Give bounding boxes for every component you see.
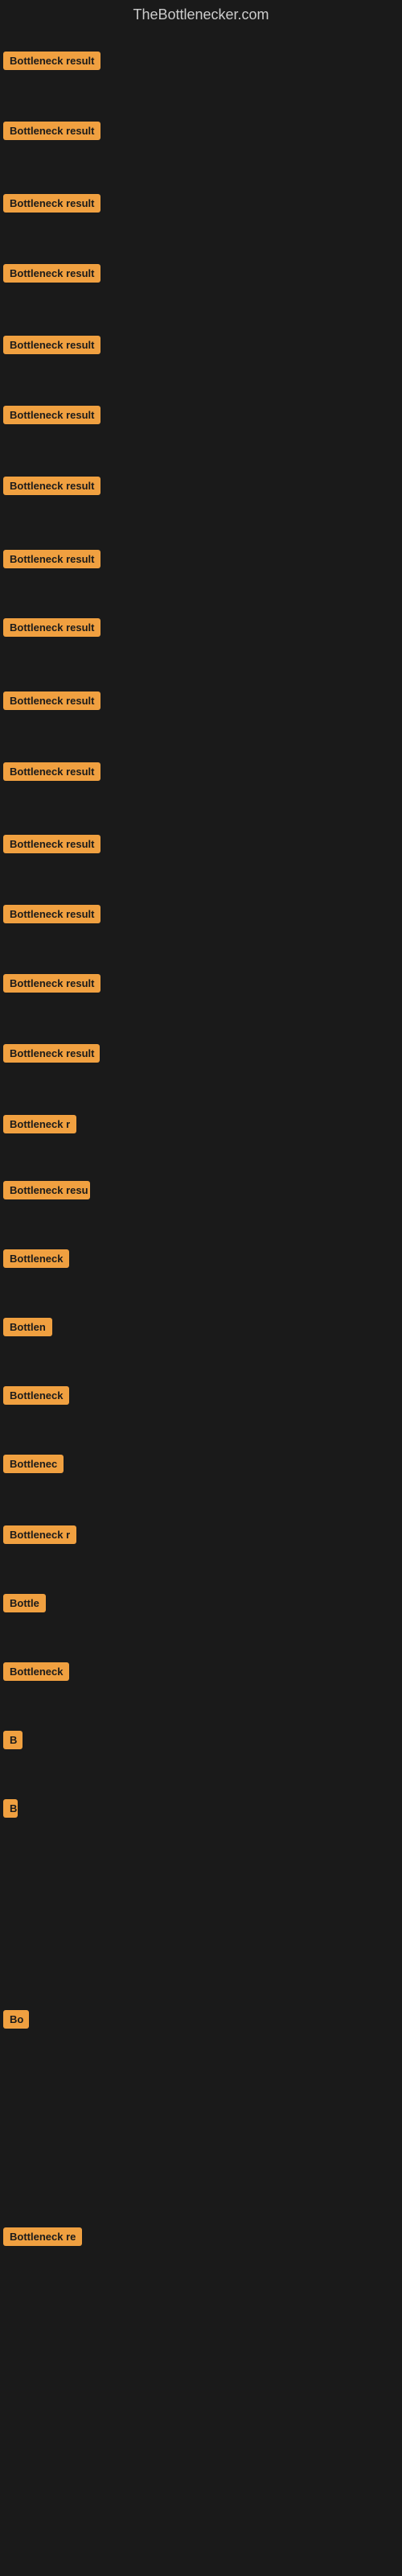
bottleneck-badge[interactable]: Bottleneck result — [3, 835, 100, 853]
result-row: Bottleneck result — [3, 835, 100, 857]
bottleneck-badge[interactable]: Bottlen — [3, 1318, 52, 1336]
bottleneck-badge[interactable]: B — [3, 1799, 18, 1818]
results-container: Bottleneck result Bottleneck result Bottle… — [0, 30, 402, 2566]
result-row: Bottleneck — [3, 1249, 69, 1272]
bottleneck-badge[interactable]: Bottleneck result — [3, 477, 100, 495]
result-row: Bottleneck r — [3, 1525, 76, 1548]
bottleneck-badge[interactable]: Bottleneck result — [3, 550, 100, 568]
result-row: Bo — [3, 2010, 29, 2033]
bottleneck-badge[interactable]: Bottleneck result — [3, 691, 100, 710]
bottleneck-badge[interactable]: Bottlenec — [3, 1455, 64, 1473]
bottleneck-badge[interactable]: B — [3, 1731, 23, 1749]
bottleneck-badge[interactable]: Bottleneck result — [3, 406, 100, 424]
result-row: Bottleneck r — [3, 1115, 76, 1137]
bottleneck-badge[interactable]: Bottleneck resu — [3, 1181, 90, 1199]
result-row: Bottleneck result — [3, 52, 100, 74]
bottleneck-badge[interactable]: Bottleneck — [3, 1249, 69, 1268]
bottleneck-badge[interactable]: Bo — [3, 2010, 29, 2029]
result-row: Bottleneck resu — [3, 1181, 90, 1203]
bottleneck-badge[interactable]: Bottleneck r — [3, 1525, 76, 1544]
site-header: TheBottlenecker.com — [0, 0, 402, 30]
result-row: Bottleneck result — [3, 406, 100, 428]
bottleneck-badge[interactable]: Bottleneck result — [3, 618, 100, 637]
result-row: Bottle — [3, 1594, 46, 1616]
bottleneck-badge[interactable]: Bottleneck — [3, 1662, 69, 1681]
result-row: Bottleneck result — [3, 477, 100, 499]
result-row: Bottlenec — [3, 1455, 64, 1477]
bottleneck-badge[interactable]: Bottleneck result — [3, 1044, 100, 1063]
result-row: Bottleneck result — [3, 974, 100, 997]
result-row: Bottleneck — [3, 1662, 69, 1685]
result-row: Bottleneck result — [3, 336, 100, 358]
result-row: Bottleneck result — [3, 1044, 100, 1067]
bottleneck-badge[interactable]: Bottleneck result — [3, 974, 100, 993]
result-row: Bottleneck result — [3, 691, 100, 714]
result-row: Bottleneck result — [3, 122, 100, 144]
result-row: Bottleneck — [3, 1386, 69, 1409]
bottleneck-badge[interactable]: Bottleneck result — [3, 194, 100, 213]
result-row: B — [3, 1799, 18, 1822]
bottleneck-badge[interactable]: Bottleneck result — [3, 762, 100, 781]
result-row: Bottlen — [3, 1318, 52, 1340]
site-title: TheBottlenecker.com — [0, 0, 402, 30]
result-row: Bottleneck result — [3, 264, 100, 287]
bottleneck-badge[interactable]: Bottleneck result — [3, 336, 100, 354]
result-row: Bottleneck result — [3, 194, 100, 217]
result-row: Bottleneck result — [3, 905, 100, 927]
bottleneck-badge[interactable]: Bottleneck result — [3, 905, 100, 923]
result-row: Bottleneck result — [3, 618, 100, 641]
bottleneck-badge[interactable]: Bottle — [3, 1594, 46, 1612]
result-row: Bottleneck re — [3, 2227, 82, 2250]
bottleneck-badge[interactable]: Bottleneck — [3, 1386, 69, 1405]
result-row: Bottleneck result — [3, 550, 100, 572]
bottleneck-badge[interactable]: Bottleneck result — [3, 264, 100, 283]
bottleneck-badge[interactable]: Bottleneck re — [3, 2227, 82, 2246]
bottleneck-badge[interactable]: Bottleneck result — [3, 52, 100, 70]
bottleneck-badge[interactable]: Bottleneck r — [3, 1115, 76, 1133]
bottleneck-badge[interactable]: Bottleneck result — [3, 122, 100, 140]
result-row: B — [3, 1731, 23, 1753]
result-row: Bottleneck result — [3, 762, 100, 785]
